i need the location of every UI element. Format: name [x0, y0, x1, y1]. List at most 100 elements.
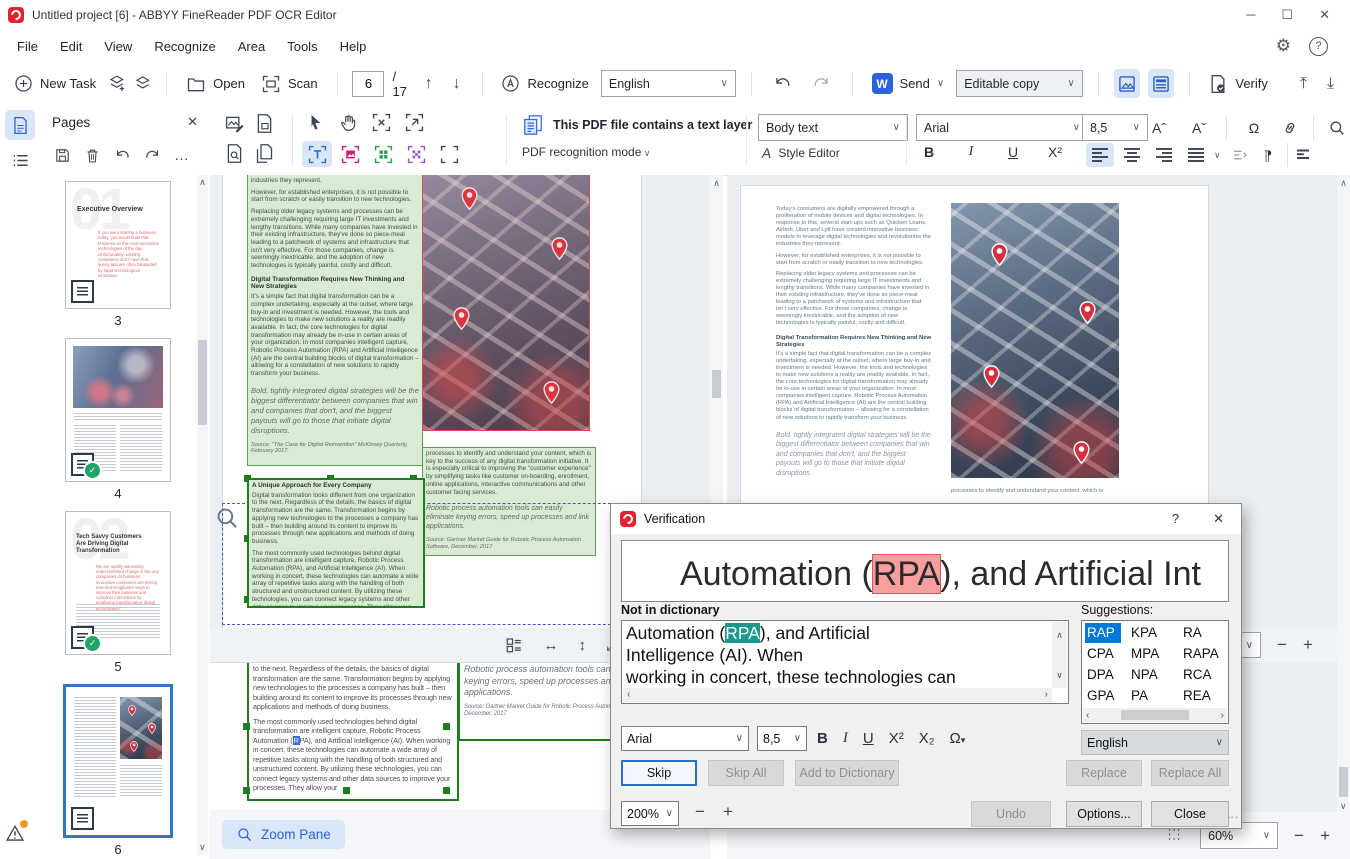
pdf-recognition-mode[interactable]: PDF recognition mode ∨	[522, 145, 650, 159]
background-picture-area-tool[interactable]	[401, 141, 431, 167]
italic-button[interactable]: I	[958, 144, 984, 160]
verification-dialog[interactable]: Verification ? ✕ Automation (RPA), and A…	[610, 503, 1242, 829]
suggestion-selected[interactable]: RAP	[1085, 623, 1121, 643]
fit-height-icon[interactable]: ↕	[578, 637, 586, 654]
scroll-to-top-button[interactable]: ⤒	[1294, 75, 1313, 93]
recognition-area-tool[interactable]	[434, 141, 464, 167]
dialog-help-button[interactable]: ?	[1172, 511, 1179, 527]
analyze-page-icon[interactable]	[224, 143, 245, 164]
dialog-italic-button[interactable]: I	[843, 730, 848, 747]
picture-region-city-aerial[interactable]	[422, 175, 590, 431]
save-pages-icon[interactable]	[54, 147, 71, 164]
suggestion[interactable]: PA	[1129, 686, 1181, 706]
superscript-button[interactable]: X²	[1042, 144, 1068, 160]
increase-font-icon[interactable]: Aˆ	[1146, 120, 1172, 136]
align-left-button[interactable]	[1086, 143, 1114, 167]
font-family-select[interactable]: Arial ∨	[916, 114, 1088, 141]
page-thumbnail-4[interactable]: ✓	[65, 338, 171, 482]
skip-button[interactable]: Skip	[621, 760, 697, 786]
rotate-left-icon[interactable]	[114, 147, 131, 164]
scan-button[interactable]: Scan	[257, 70, 322, 98]
ocr-language-select[interactable]: English ∨	[600, 70, 736, 97]
suggestion[interactable]: RCA	[1181, 665, 1228, 685]
suggestions-horizontal-scrollbar[interactable]: ‹ ›	[1083, 708, 1227, 722]
export-format-select[interactable]: Editable copy ∨	[956, 70, 1083, 97]
menu-file[interactable]: File	[6, 33, 49, 60]
style-editor-button[interactable]: A Style Editor	[761, 145, 840, 161]
dialog-subscript-button[interactable]: X₂	[919, 730, 935, 747]
insert-symbol-icon[interactable]: Ω	[1241, 120, 1267, 136]
suggestion[interactable]: KPA	[1129, 623, 1181, 643]
find-icon[interactable]	[1328, 119, 1346, 137]
add-to-dictionary-button[interactable]: Add to Dictionary	[795, 760, 899, 786]
selection-dots-icon[interactable]	[1166, 827, 1184, 845]
suggestion[interactable]: REA	[1181, 686, 1228, 706]
suggestions-listbox[interactable]: RAP KPA RA R CPA MPA RAPA R DPA NPA RCA …	[1081, 620, 1229, 724]
warnings-button[interactable]	[0, 818, 30, 848]
dialog-superscript-button[interactable]: X²	[889, 730, 904, 747]
table-area-tool[interactable]	[368, 141, 398, 167]
hyperlink-icon[interactable]	[1281, 119, 1299, 137]
align-justify-button[interactable]	[1182, 143, 1210, 167]
dialog-font-select[interactable]: Arial ∨	[621, 726, 749, 751]
text-horizontal-scrollbar[interactable]: ‹ ›	[623, 688, 1052, 702]
menu-tools[interactable]: Tools	[276, 33, 328, 60]
suggestion[interactable]: NPA	[1129, 665, 1181, 685]
options-button[interactable]: Options...	[1066, 801, 1142, 827]
align-chevron-icon[interactable]: ∨	[1214, 150, 1221, 161]
suggestion[interactable]: CPA	[1085, 644, 1129, 664]
dialog-zoom-select[interactable]: 200% ∨	[621, 801, 679, 826]
menu-edit[interactable]: Edit	[49, 33, 93, 60]
dialog-symbol-button[interactable]: Ω▾	[950, 730, 966, 747]
replace-button[interactable]: Replace	[1066, 760, 1142, 786]
list-view-toggle[interactable]	[5, 145, 35, 175]
redo-button[interactable]	[806, 74, 837, 93]
text-region-left-column[interactable]: industries they represent. However, for …	[247, 175, 423, 466]
zoom-out-button[interactable]: −	[1294, 826, 1304, 846]
page-number-input[interactable]	[352, 70, 385, 97]
font-size-select[interactable]: 8,5 ∨	[1082, 114, 1148, 141]
edit-image-icon[interactable]	[224, 113, 245, 134]
append-pages-icon[interactable]	[108, 73, 126, 94]
text-properties-icon[interactable]	[1294, 146, 1312, 164]
suggestion[interactable]: RAPA	[1181, 644, 1228, 664]
paragraph-style-select[interactable]: Body text ∨	[758, 114, 908, 141]
suggestion[interactable]: RA	[1181, 623, 1228, 643]
dialog-zoom-out[interactable]: −	[695, 802, 705, 822]
settings-gear-icon[interactable]: ⚙	[1276, 36, 1291, 56]
delete-page-icon[interactable]	[84, 147, 101, 164]
text-view-scrollbar[interactable]: ∧ ∨	[1337, 175, 1350, 815]
bold-button[interactable]: B	[916, 144, 942, 160]
text-vertical-scrollbar[interactable]: ∧ ∨	[1052, 622, 1067, 688]
dictionary-language-select[interactable]: English ∨	[1081, 730, 1229, 755]
page-thumbnail-5[interactable]: 02 Tech Savvy Customers Are Driving Digi…	[65, 511, 171, 655]
menu-help[interactable]: Help	[329, 33, 378, 60]
suggestion[interactable]: DPA	[1085, 665, 1129, 685]
send-button[interactable]: W Send ∨	[868, 69, 949, 98]
recognize-button[interactable]: Recognize	[497, 70, 592, 97]
scroll-to-bottom-button[interactable]: ⤓	[1321, 75, 1340, 93]
new-task-button[interactable]: New Task	[10, 70, 100, 97]
send-chevron-icon[interactable]: ∨	[937, 78, 944, 89]
align-center-button[interactable]	[1118, 143, 1146, 167]
menu-recognize[interactable]: Recognize	[143, 33, 226, 60]
suggestion[interactable]: GPA	[1085, 686, 1129, 706]
help-icon[interactable]: ?	[1309, 36, 1328, 56]
selection-pointer-icon[interactable]	[306, 113, 325, 132]
fit-width-icon[interactable]: ↔	[543, 637, 558, 654]
undo-button[interactable]	[767, 74, 798, 93]
zoom-in-button[interactable]: +	[1303, 635, 1313, 655]
delete-area-icon[interactable]	[372, 113, 391, 132]
page-thumbnail-3[interactable]: 01 Executive Overview If you were starti…	[65, 181, 171, 309]
selected-text-region[interactable]: A Unique Approach for Every Company Digi…	[247, 478, 425, 608]
menu-view[interactable]: View	[93, 33, 143, 60]
undo-button[interactable]: Undo	[971, 801, 1051, 827]
zoom-out-button[interactable]: −	[1277, 635, 1287, 655]
save-page-image-icon[interactable]	[254, 113, 275, 134]
more-actions-icon[interactable]: …	[174, 147, 190, 164]
zoom-pane-button[interactable]: Zoom Pane	[222, 820, 345, 849]
minimize-button[interactable]: ─	[1246, 7, 1255, 23]
replace-all-button[interactable]: Replace All	[1151, 760, 1229, 786]
paragraph-direction-icon[interactable]: ¶	[1255, 147, 1281, 163]
decrease-font-icon[interactable]: Aˇ	[1186, 120, 1212, 136]
